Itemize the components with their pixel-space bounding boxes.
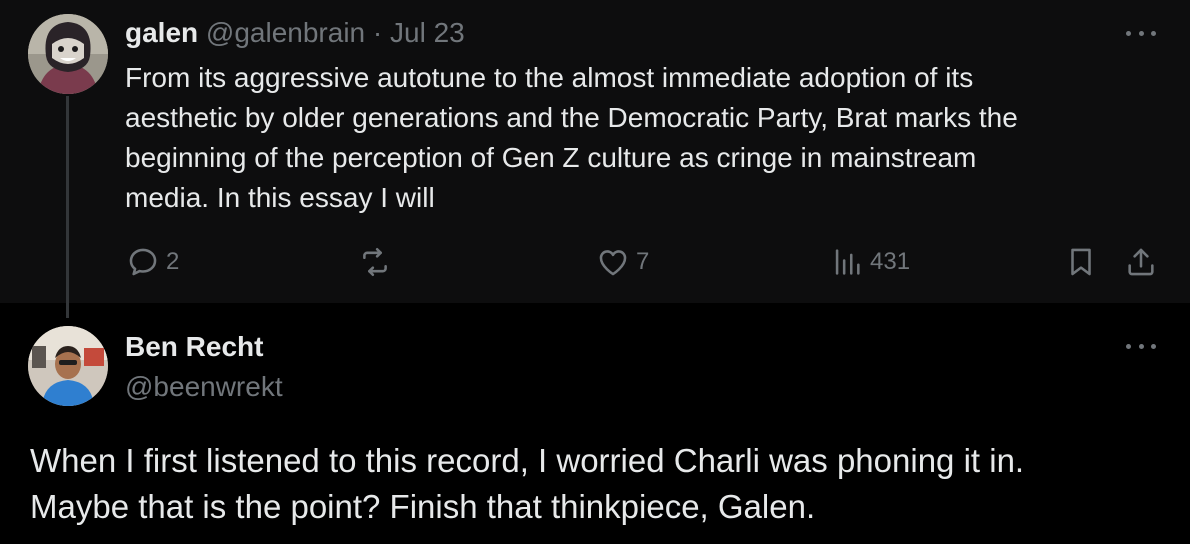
reply-button[interactable]: 2 [126, 244, 179, 280]
more-icon[interactable] [1126, 340, 1156, 352]
reply-count: 2 [166, 248, 180, 275]
tweet-header: galen @galenbrain · Jul 23 [125, 15, 465, 51]
tweet-text-line: From its aggressive autotune to the almo… [125, 62, 974, 93]
tweet-text-line: aesthetic by older generations and the D… [125, 102, 1018, 133]
parent-tweet[interactable]: galen @galenbrain · Jul 23 From its aggr… [0, 0, 1190, 318]
author-name[interactable]: Ben Recht [125, 330, 263, 364]
author-name[interactable]: galen [125, 17, 198, 48]
tweet-text-line: When I first listened to this record, I … [30, 442, 1025, 479]
separator-dot: · [372, 17, 383, 48]
avatar[interactable] [28, 14, 108, 94]
tweet-text-line: Maybe that is the point? Finish that thi… [30, 488, 816, 525]
tweet-text-line: media. In this essay I will [125, 182, 435, 213]
retweet-icon [363, 247, 387, 277]
reply-tweet-text: When I first listened to this record, I … [30, 438, 1160, 530]
more-icon[interactable] [1126, 27, 1156, 39]
like-button[interactable]: 7 [596, 244, 649, 280]
share-button[interactable] [1124, 244, 1158, 280]
tweet-date[interactable]: Jul 23 [390, 17, 465, 48]
tweet-text-line: beginning of the perception of Gen Z cul… [125, 142, 977, 173]
reply-icon [129, 248, 157, 276]
author-handle[interactable]: @beenwrekt [125, 370, 283, 404]
like-icon [599, 250, 627, 276]
tweet-thread: galen @galenbrain · Jul 23 From its aggr… [0, 0, 1190, 544]
tweet-text: From its aggressive autotune to the almo… [125, 58, 1135, 218]
views-icon [835, 249, 860, 275]
avatar[interactable] [28, 326, 108, 406]
bookmark-icon [1071, 248, 1091, 276]
thread-connector-line [66, 96, 69, 318]
view-count: 431 [870, 248, 911, 275]
views-button[interactable]: 431 [830, 244, 910, 280]
like-count: 7 [636, 248, 650, 275]
bookmark-button[interactable] [1064, 244, 1098, 280]
share-icon [1128, 248, 1154, 276]
retweet-button[interactable] [358, 244, 398, 280]
author-handle[interactable]: @galenbrain [206, 17, 365, 48]
